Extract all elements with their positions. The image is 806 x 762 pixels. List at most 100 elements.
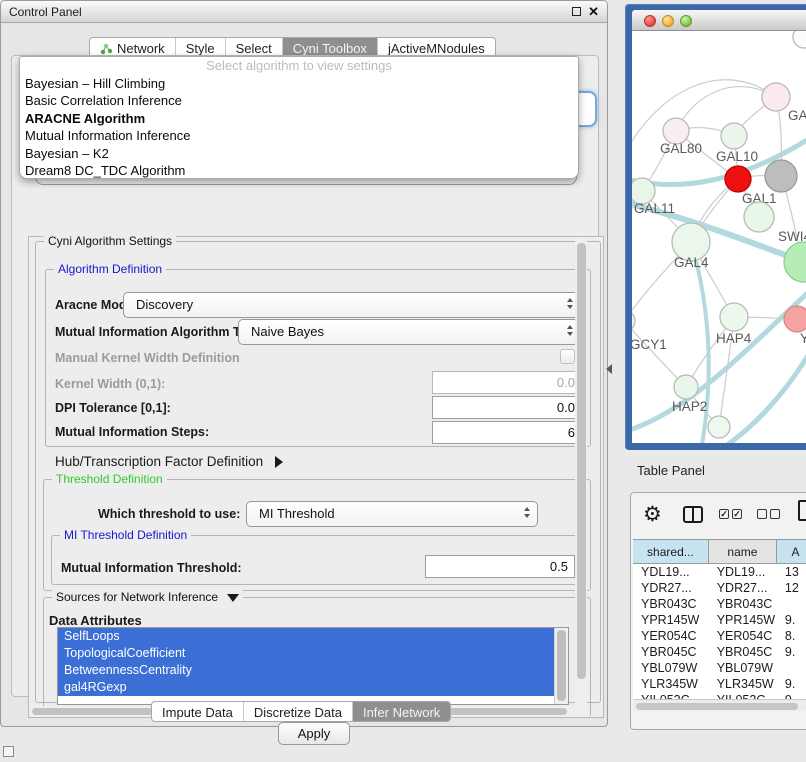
aracne-mode-combo[interactable]: Discovery: [123, 292, 581, 318]
zoom-traffic-light-icon[interactable]: [680, 15, 692, 27]
table-row[interactable]: YLR345WYLR345W9.: [633, 676, 806, 692]
table-row[interactable]: YBR043CYBR043C: [633, 596, 806, 612]
table-cell: YDL19...: [709, 564, 777, 580]
table-cell: YIL052C: [709, 692, 777, 699]
attribute-item[interactable]: gal4RGexp: [58, 679, 554, 696]
unselect-all-columns-icon[interactable]: [757, 509, 780, 519]
table-cell: YPR145W: [633, 612, 709, 628]
network-node-bottom[interactable]: [708, 416, 730, 438]
network-edge-highlighted[interactable]: [727, 349, 806, 443]
column-header-name[interactable]: name: [709, 540, 777, 563]
table-horizontal-scrollbar[interactable]: [633, 699, 806, 711]
table-cell: YER054C: [633, 628, 709, 644]
gear-icon[interactable]: ⚙: [643, 502, 662, 527]
table-cell: YBR043C: [633, 596, 709, 612]
table-cell: 8.: [777, 628, 806, 644]
kernel-width-field[interactable]: 0.0: [432, 371, 582, 394]
sources-legend[interactable]: Sources for Network Inference: [52, 590, 243, 604]
algorithm-option[interactable]: Bayesian – Hill Climbing: [20, 75, 578, 92]
network-node-GAL10[interactable]: [721, 123, 747, 149]
column-header-shared[interactable]: shared...: [633, 540, 709, 563]
table-row[interactable]: YDR27...YDR27...12: [633, 580, 806, 596]
restore-panel-icon[interactable]: [3, 746, 14, 757]
attribute-item[interactable]: TopologicalCoefficient: [58, 645, 554, 662]
vertical-scrollbar[interactable]: [575, 237, 587, 717]
close-panel-icon[interactable]: ✕: [588, 4, 599, 20]
select-all-columns-icon[interactable]: ✓✓: [719, 509, 742, 519]
algorithm-option[interactable]: Bayesian – K2: [20, 145, 578, 162]
mi-algorithm-type-combo[interactable]: Naive Bayes: [238, 319, 581, 345]
algorithm-option[interactable]: Dream8 DC_TDC Algorithm: [20, 162, 578, 179]
network-edge[interactable]: [632, 321, 686, 387]
app-root: Control Panel ✕ NetworkStyleSelectCyni T…: [0, 0, 806, 762]
mi-steps-field[interactable]: 6: [432, 421, 582, 444]
control-panel-title: Control Panel: [1, 5, 82, 19]
dpi-tolerance-field[interactable]: 0.0: [432, 396, 582, 419]
manual-kernel-checkbox[interactable]: [560, 349, 575, 364]
tab-discretize-data[interactable]: Discretize Data: [243, 702, 352, 721]
algorithm-option[interactable]: ARACNE Algorithm: [20, 110, 578, 127]
float-window-icon[interactable]: [572, 7, 581, 16]
table-row[interactable]: YBR045CYBR045C9.: [633, 644, 806, 660]
stepper-icon: [567, 298, 573, 309]
network-node-big-green[interactable]: [784, 242, 806, 282]
split-pane-collapse-icon[interactable]: [606, 364, 612, 374]
network-edge-highlighted[interactable]: [632, 289, 806, 431]
network-node-SWI4[interactable]: [744, 202, 774, 232]
which-threshold-combo[interactable]: MI Threshold: [246, 501, 538, 527]
network-view-window[interactable]: GALGAL80GAL10GAL11GAL1SWI4GAL4GCY1HAP4YH…: [625, 4, 806, 450]
network-node-GCY1[interactable]: [632, 310, 635, 332]
table-cell: YDL19...: [633, 564, 709, 580]
hub-definition-expander[interactable]: Hub/Transcription Factor Definition: [55, 454, 283, 469]
node-label-salmon: Y: [800, 331, 806, 346]
algorithm-option[interactable]: Mutual Information Inference: [20, 127, 578, 144]
settings-scrollpane: Cyni Algorithm Settings Algorithm Defini…: [28, 236, 604, 718]
network-canvas[interactable]: GALGAL80GAL10GAL11GAL1SWI4GAL4GCY1HAP4YH…: [632, 31, 806, 443]
data-attributes-list[interactable]: SelfLoopsTopologicalCoefficientBetweenne…: [57, 627, 569, 705]
network-node-HAP2[interactable]: [674, 375, 698, 399]
table-cell: YLR345W: [709, 676, 777, 692]
network-node-HAP4[interactable]: [720, 303, 748, 331]
mi-steps-label: Mutual Information Steps:: [55, 425, 209, 439]
table-row[interactable]: YER054CYER054C8.: [633, 628, 806, 644]
attribute-item[interactable]: BetweennessCentrality: [58, 662, 554, 679]
node-label-GCY1: GCY1: [632, 337, 667, 352]
table-row[interactable]: YDL19...YDL19...13: [633, 564, 806, 580]
minimize-traffic-light-icon[interactable]: [662, 15, 674, 27]
network-node-salmon[interactable]: [784, 306, 806, 332]
table-cell: YDR27...: [633, 580, 709, 596]
which-threshold-value: MI Threshold: [259, 506, 335, 521]
network-node-red-node[interactable]: [725, 166, 751, 192]
table-panel-title: Table Panel: [637, 463, 705, 478]
network-node-gray-node[interactable]: [765, 160, 797, 192]
network-node-top-right[interactable]: [793, 31, 806, 48]
attribute-item[interactable]: SelfLoops: [58, 628, 554, 645]
table-cell: YDR27...: [709, 580, 777, 596]
import-table-icon[interactable]: [798, 500, 806, 521]
apply-button[interactable]: Apply: [278, 722, 350, 745]
list-scrollbar[interactable]: [554, 628, 568, 704]
tab-label: jActiveMNodules: [388, 41, 485, 56]
table-cell: 12: [777, 580, 806, 596]
network-window-titlebar[interactable]: [632, 10, 806, 31]
tab-label: Cyni Toolbox: [293, 41, 367, 56]
columns-icon[interactable]: [683, 506, 703, 523]
algorithm-dropdown-popup: Select algorithm to view settings Bayesi…: [19, 56, 579, 179]
mi-threshold-field[interactable]: 0.5: [425, 555, 575, 578]
table-panel: ⚙ ✓✓ shared...nameA YDL19...YDL19...13YD…: [630, 492, 806, 730]
node-label-GAL11: GAL11: [634, 201, 675, 216]
tab-impute-data[interactable]: Impute Data: [152, 702, 243, 721]
network-node-GAL7[interactable]: [762, 83, 790, 111]
network-edge[interactable]: [632, 80, 776, 151]
table-row[interactable]: YPR145WYPR145W9.: [633, 612, 806, 628]
hub-definition-label: Hub/Transcription Factor Definition: [55, 454, 263, 469]
algorithm-option[interactable]: Basic Correlation Inference: [20, 92, 578, 109]
table-row[interactable]: YBL079WYBL079W: [633, 660, 806, 676]
close-traffic-light-icon[interactable]: [644, 15, 656, 27]
stepper-icon: [524, 507, 530, 518]
stepper-icon: [567, 325, 573, 336]
table-row[interactable]: YIL052CYIL052C9: [633, 692, 806, 699]
column-header-A[interactable]: A: [777, 540, 806, 563]
tab-infer-network[interactable]: Infer Network: [352, 702, 450, 721]
control-panel-titlebar[interactable]: Control Panel ✕: [1, 1, 607, 23]
